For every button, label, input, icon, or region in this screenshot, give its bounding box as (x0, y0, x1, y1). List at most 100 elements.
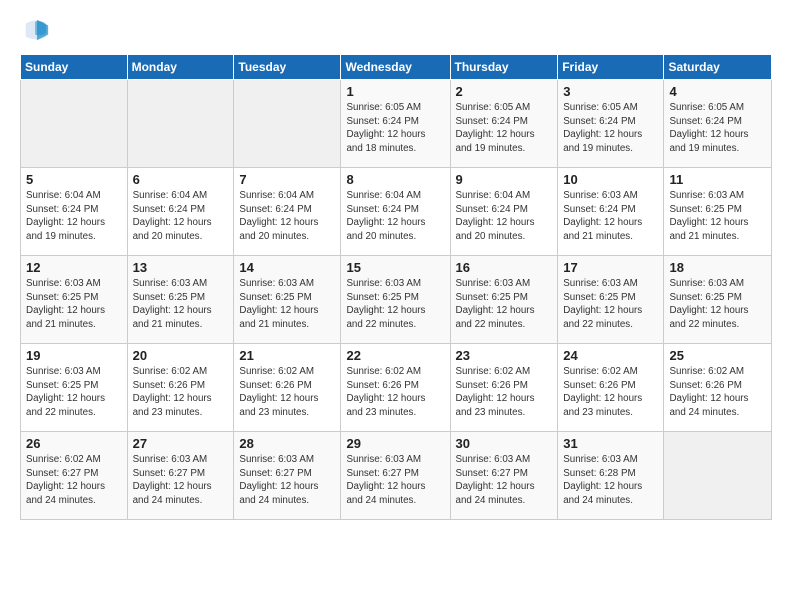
calendar-cell: 21Sunrise: 6:02 AMSunset: 6:26 PMDayligh… (234, 344, 341, 432)
day-info: Sunrise: 6:04 AMSunset: 6:24 PMDaylight:… (346, 189, 444, 244)
day-number: 7 (239, 172, 335, 187)
calendar-cell: 25Sunrise: 6:02 AMSunset: 6:26 PMDayligh… (664, 344, 772, 432)
calendar-cell: 5 Sunrise: 6:04 AMSunset: 6:24 PMDaylight… (21, 168, 128, 256)
logo (20, 16, 50, 44)
weekday-header-tuesday: Tuesday (234, 55, 341, 80)
calendar-cell: 20 Sunrise: 6:02 AMSunset: 6:26 PMDayligh… (127, 344, 234, 432)
weekday-header-saturday: Saturday (664, 55, 772, 80)
day-number: 28 (239, 436, 335, 451)
day-number: 18 (669, 260, 766, 275)
day-info: Sunrise: 6:03 AMSunset: 6:24 PMDaylight:… (563, 189, 658, 244)
calendar-week-5: 26 Sunrise: 6:02 AMSunset: 6:27 PMDayligh… (21, 432, 772, 520)
logo-icon (22, 16, 50, 44)
calendar-cell: 16Sunrise: 6:03 AMSunset: 6:25 PMDayligh… (450, 256, 558, 344)
day-number: 20 (133, 348, 229, 363)
day-number: 6 (133, 172, 229, 187)
calendar-cell: 22 Sunrise: 6:02 AMSunset: 6:26 PMDayligh… (341, 344, 450, 432)
day-info: Sunrise: 6:02 AMSunset: 6:26 PMDaylight:… (456, 365, 553, 420)
day-info: Sunrise: 6:03 AMSunset: 6:25 PMDaylight:… (669, 277, 766, 332)
day-number: 24 (563, 348, 658, 363)
calendar-cell: 12 Sunrise: 6:03 AMSunset: 6:25 PMDayligh… (21, 256, 128, 344)
calendar-cell: 29 Sunrise: 6:03 AMSunset: 6:27 PMDayligh… (341, 432, 450, 520)
day-info: Sunrise: 6:02 AMSunset: 6:26 PMDaylight:… (669, 365, 766, 420)
calendar-cell: 3 Sunrise: 6:05 AMSunset: 6:24 PMDaylight… (558, 80, 664, 168)
calendar-cell: 7 Sunrise: 6:04 AMSunset: 6:24 PMDaylight… (234, 168, 341, 256)
day-number: 14 (239, 260, 335, 275)
calendar-cell: 27Sunrise: 6:03 AMSunset: 6:27 PMDayligh… (127, 432, 234, 520)
day-number: 12 (26, 260, 122, 275)
calendar-header-row: SundayMondayTuesdayWednesdayThursdayFrid… (21, 55, 772, 80)
day-number: 27 (133, 436, 229, 451)
calendar-week-3: 12 Sunrise: 6:03 AMSunset: 6:25 PMDayligh… (21, 256, 772, 344)
weekday-header-monday: Monday (127, 55, 234, 80)
day-number: 11 (669, 172, 766, 187)
calendar-cell: 4Sunrise: 6:05 AMSunset: 6:24 PMDaylight… (664, 80, 772, 168)
day-info: Sunrise: 6:05 AMSunset: 6:24 PMDaylight:… (346, 101, 444, 156)
day-number: 5 (26, 172, 122, 187)
day-number: 16 (456, 260, 553, 275)
day-number: 22 (346, 348, 444, 363)
day-number: 26 (26, 436, 122, 451)
calendar-cell: 8 Sunrise: 6:04 AMSunset: 6:24 PMDaylight… (341, 168, 450, 256)
day-number: 23 (456, 348, 553, 363)
day-number: 10 (563, 172, 658, 187)
day-info: Sunrise: 6:03 AMSunset: 6:28 PMDaylight:… (563, 453, 658, 508)
day-info: Sunrise: 6:03 AMSunset: 6:27 PMDaylight:… (456, 453, 553, 508)
calendar-week-4: 19Sunrise: 6:03 AMSunset: 6:25 PMDayligh… (21, 344, 772, 432)
day-number: 17 (563, 260, 658, 275)
header (20, 16, 772, 44)
calendar-cell: 23 Sunrise: 6:02 AMSunset: 6:26 PMDayligh… (450, 344, 558, 432)
calendar-cell: 18 Sunrise: 6:03 AMSunset: 6:25 PMDayligh… (664, 256, 772, 344)
day-number: 30 (456, 436, 553, 451)
day-info: Sunrise: 6:04 AMSunset: 6:24 PMDaylight:… (26, 189, 122, 244)
day-info: Sunrise: 6:05 AMSunset: 6:24 PMDaylight:… (563, 101, 658, 156)
day-info: Sunrise: 6:03 AMSunset: 6:25 PMDaylight:… (26, 365, 122, 420)
day-number: 1 (346, 84, 444, 99)
calendar-week-2: 5 Sunrise: 6:04 AMSunset: 6:24 PMDaylight… (21, 168, 772, 256)
weekday-header-wednesday: Wednesday (341, 55, 450, 80)
day-number: 3 (563, 84, 658, 99)
day-info: Sunrise: 6:03 AMSunset: 6:25 PMDaylight:… (26, 277, 122, 332)
weekday-header-sunday: Sunday (21, 55, 128, 80)
day-number: 8 (346, 172, 444, 187)
day-info: Sunrise: 6:03 AMSunset: 6:25 PMDaylight:… (133, 277, 229, 332)
calendar-cell: 11 Sunrise: 6:03 AMSunset: 6:25 PMDayligh… (664, 168, 772, 256)
day-info: Sunrise: 6:03 AMSunset: 6:25 PMDaylight:… (563, 277, 658, 332)
calendar-cell: 17 Sunrise: 6:03 AMSunset: 6:25 PMDayligh… (558, 256, 664, 344)
calendar-cell: 6Sunrise: 6:04 AMSunset: 6:24 PMDaylight… (127, 168, 234, 256)
day-number: 29 (346, 436, 444, 451)
calendar: SundayMondayTuesdayWednesdayThursdayFrid… (20, 54, 772, 520)
calendar-cell: 26 Sunrise: 6:02 AMSunset: 6:27 PMDayligh… (21, 432, 128, 520)
day-number: 21 (239, 348, 335, 363)
calendar-cell (127, 80, 234, 168)
day-info: Sunrise: 6:03 AMSunset: 6:25 PMDaylight:… (669, 189, 766, 244)
day-number: 2 (456, 84, 553, 99)
day-number: 15 (346, 260, 444, 275)
calendar-week-1: 1 Sunrise: 6:05 AMSunset: 6:24 PMDaylight… (21, 80, 772, 168)
day-info: Sunrise: 6:02 AMSunset: 6:26 PMDaylight:… (346, 365, 444, 420)
day-number: 4 (669, 84, 766, 99)
calendar-cell: 9Sunrise: 6:04 AMSunset: 6:24 PMDaylight… (450, 168, 558, 256)
calendar-cell: 10 Sunrise: 6:03 AMSunset: 6:24 PMDayligh… (558, 168, 664, 256)
calendar-cell: 1 Sunrise: 6:05 AMSunset: 6:24 PMDaylight… (341, 80, 450, 168)
calendar-cell: 28Sunrise: 6:03 AMSunset: 6:27 PMDayligh… (234, 432, 341, 520)
calendar-cell: 30 Sunrise: 6:03 AMSunset: 6:27 PMDayligh… (450, 432, 558, 520)
day-info: Sunrise: 6:03 AMSunset: 6:25 PMDaylight:… (346, 277, 444, 332)
day-info: Sunrise: 6:05 AMSunset: 6:24 PMDaylight:… (456, 101, 553, 156)
calendar-cell: 14 Sunrise: 6:03 AMSunset: 6:25 PMDayligh… (234, 256, 341, 344)
weekday-header-thursday: Thursday (450, 55, 558, 80)
day-info: Sunrise: 6:02 AMSunset: 6:26 PMDaylight:… (563, 365, 658, 420)
day-info: Sunrise: 6:02 AMSunset: 6:27 PMDaylight:… (26, 453, 122, 508)
page: SundayMondayTuesdayWednesdayThursdayFrid… (0, 0, 792, 612)
calendar-cell: 24 Sunrise: 6:02 AMSunset: 6:26 PMDayligh… (558, 344, 664, 432)
calendar-cell: 19Sunrise: 6:03 AMSunset: 6:25 PMDayligh… (21, 344, 128, 432)
day-info: Sunrise: 6:04 AMSunset: 6:24 PMDaylight:… (239, 189, 335, 244)
calendar-cell (234, 80, 341, 168)
day-info: Sunrise: 6:02 AMSunset: 6:26 PMDaylight:… (133, 365, 229, 420)
day-info: Sunrise: 6:03 AMSunset: 6:27 PMDaylight:… (346, 453, 444, 508)
calendar-cell: 2 Sunrise: 6:05 AMSunset: 6:24 PMDaylight… (450, 80, 558, 168)
day-number: 31 (563, 436, 658, 451)
calendar-cell (21, 80, 128, 168)
day-info: Sunrise: 6:03 AMSunset: 6:25 PMDaylight:… (239, 277, 335, 332)
calendar-cell: 13Sunrise: 6:03 AMSunset: 6:25 PMDayligh… (127, 256, 234, 344)
